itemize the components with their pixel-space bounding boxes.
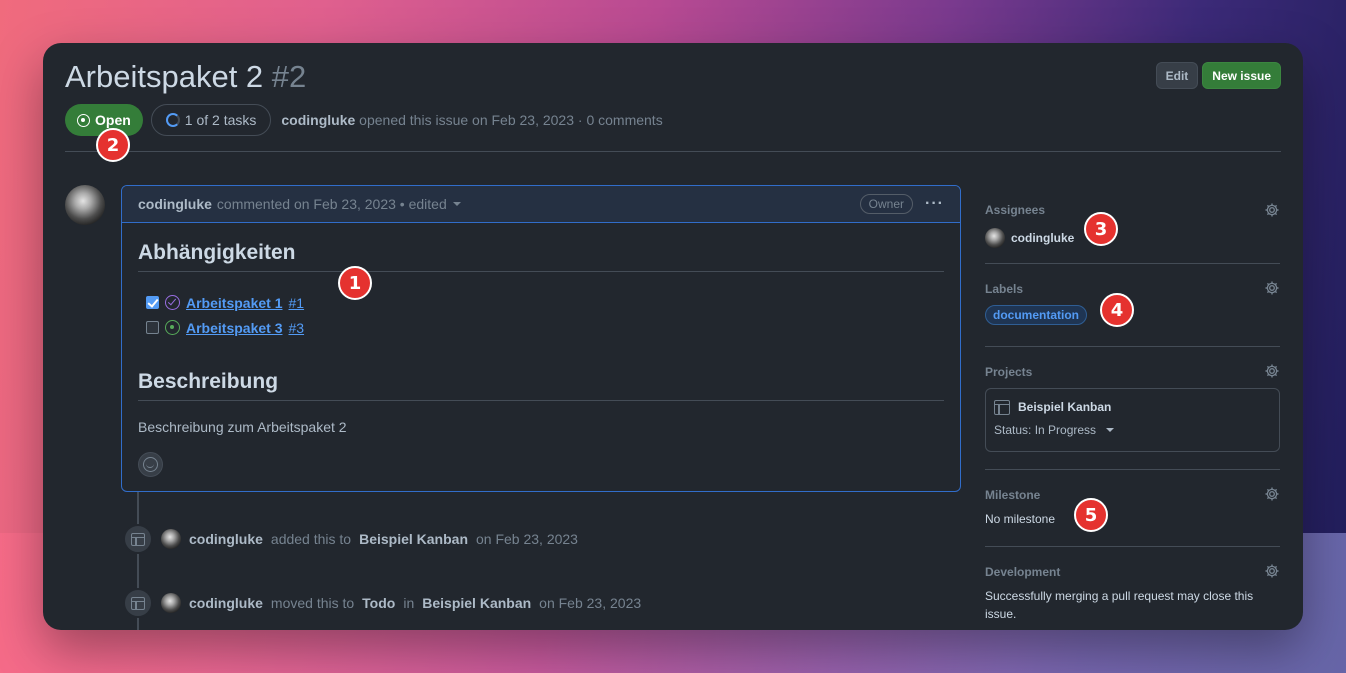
- new-issue-button[interactable]: New issue: [1202, 62, 1281, 89]
- issue-opened-icon: [77, 113, 90, 127]
- gear-icon[interactable]: [1264, 363, 1280, 379]
- opened-text: opened this issue on Feb 23, 2023 · 0 co…: [359, 112, 663, 128]
- projects-section: Projects Beispiel Kanban Status: In Prog…: [985, 347, 1280, 470]
- timeline-date[interactable]: on Feb 23, 2023: [476, 531, 578, 547]
- timeline-badge: [123, 588, 153, 618]
- annotation-marker: 3: [1084, 212, 1118, 246]
- annotation-marker: 1: [338, 266, 372, 300]
- label-documentation[interactable]: documentation: [985, 305, 1087, 325]
- project-status: Status: In Progress: [994, 423, 1097, 437]
- edited-caret-icon[interactable]: [452, 202, 461, 206]
- labels-title: Labels: [985, 282, 1024, 296]
- smiley-icon: [143, 457, 158, 472]
- comment-body: Abhängigkeiten Arbeitspaket 1 #1 Arbeits…: [122, 241, 960, 477]
- project-table-icon: [994, 399, 1010, 415]
- gear-icon[interactable]: [1264, 280, 1280, 296]
- task-checkbox-checked[interactable]: [146, 296, 159, 309]
- project-status-select[interactable]: Status: In Progress: [994, 423, 1271, 437]
- timeline-date[interactable]: on Feb 23, 2023: [539, 595, 641, 611]
- task-link[interactable]: Arbeitspaket 3: [186, 320, 282, 336]
- issue-window: Arbeitspaket 2 #2 Edit New issue Open 1 …: [43, 43, 1303, 630]
- state-label: Open: [95, 112, 131, 128]
- task-ref[interactable]: #3: [288, 320, 304, 336]
- timeline-badge: [123, 524, 153, 554]
- edit-button[interactable]: Edit: [1155, 62, 1199, 89]
- tasks-progress[interactable]: 1 of 2 tasks: [150, 104, 272, 136]
- milestone-value: No milestone: [985, 512, 1056, 526]
- comment-meta: commented on Feb 23, 2023 • edited: [216, 196, 447, 212]
- task-ref[interactable]: #1: [288, 295, 304, 311]
- assignees-title: Assignees: [985, 203, 1046, 217]
- task-list: Arbeitspaket 1 #1 Arbeitspaket 3 #3: [146, 290, 944, 340]
- timeline-target[interactable]: Beispiel Kanban: [422, 595, 531, 611]
- assignee[interactable]: codingluke: [985, 228, 1280, 248]
- header-actions: Edit New issue: [1155, 62, 1281, 89]
- gear-icon[interactable]: [1264, 563, 1280, 579]
- annotation-marker: 4: [1100, 293, 1134, 327]
- timeline-connector: in: [403, 595, 415, 611]
- issue-opened-icon: [165, 320, 180, 335]
- timeline-target[interactable]: Beispiel Kanban: [359, 531, 468, 547]
- timeline-event: codingluke moved this to Todo in Beispie…: [123, 588, 641, 618]
- avatar[interactable]: [161, 593, 181, 613]
- gear-icon[interactable]: [1264, 486, 1280, 502]
- project-table-icon: [131, 596, 145, 610]
- project-name: Beispiel Kanban: [1018, 400, 1112, 414]
- issue-title: Arbeitspaket 2 #2: [65, 59, 306, 95]
- development-title: Development: [985, 565, 1061, 579]
- timeline-actor[interactable]: codingluke: [189, 531, 263, 547]
- comment-header: codingluke commented on Feb 23, 2023 • e…: [122, 186, 960, 223]
- assignee-name: codingluke: [1011, 231, 1075, 245]
- development-section: Development Successfully merging a pull …: [985, 547, 1280, 623]
- task-item: Arbeitspaket 1 #1: [146, 290, 944, 315]
- add-reaction-button[interactable]: [138, 452, 163, 477]
- heading-dependencies: Abhängigkeiten: [138, 241, 944, 272]
- avatar[interactable]: [161, 529, 181, 549]
- timeline-action: added this to: [270, 531, 352, 547]
- opened-by-text: codingluke opened this issue on Feb 23, …: [281, 112, 662, 128]
- avatar[interactable]: [65, 185, 105, 225]
- owner-badge: Owner: [859, 194, 914, 214]
- heading-description: Beschreibung: [138, 370, 944, 401]
- timeline-action: moved this to: [270, 595, 355, 611]
- chevron-down-icon: [1106, 428, 1115, 432]
- milestone-title: Milestone: [985, 488, 1041, 502]
- gear-icon[interactable]: [1264, 202, 1280, 218]
- tasks-label: 1 of 2 tasks: [184, 112, 257, 128]
- issue-title-text: Arbeitspaket 2: [65, 59, 264, 94]
- description-text: Beschreibung zum Arbeitspaket 2: [138, 419, 347, 435]
- issue-closed-icon: [165, 295, 180, 310]
- annotation-marker: 2: [96, 128, 130, 162]
- more-options-icon[interactable]: ···: [925, 195, 944, 213]
- task-checkbox-unchecked[interactable]: [146, 321, 159, 334]
- timeline-event: codingluke added this to Beispiel Kanban…: [123, 524, 578, 554]
- task-link[interactable]: Arbeitspaket 1: [186, 295, 282, 311]
- timeline-status: Todo: [362, 595, 396, 611]
- issue-comment: codingluke commented on Feb 23, 2023 • e…: [121, 185, 961, 492]
- issue-number: #2: [271, 59, 307, 94]
- issue-sidebar: Assignees codingluke Labels documentatio…: [985, 193, 1280, 623]
- project-card: Beispiel Kanban Status: In Progress: [985, 388, 1280, 452]
- annotation-marker: 5: [1074, 498, 1108, 532]
- assignees-section: Assignees codingluke: [985, 193, 1280, 264]
- issue-meta: Open 1 of 2 tasks codingluke opened this…: [65, 104, 663, 136]
- comment-author-link[interactable]: codingluke: [138, 196, 212, 212]
- avatar: [985, 228, 1005, 248]
- projects-title: Projects: [985, 365, 1033, 379]
- project-table-icon: [131, 532, 145, 546]
- header-divider: [65, 151, 1281, 152]
- progress-ring-icon: [165, 113, 180, 127]
- timeline-actor[interactable]: codingluke: [189, 595, 263, 611]
- task-item: Arbeitspaket 3 #3: [146, 315, 944, 340]
- project-link[interactable]: Beispiel Kanban: [994, 389, 1271, 423]
- milestone-section: Milestone No milestone: [985, 470, 1280, 547]
- issue-author-link[interactable]: codingluke: [281, 112, 355, 128]
- development-text: Successfully merging a pull request may …: [985, 589, 1254, 621]
